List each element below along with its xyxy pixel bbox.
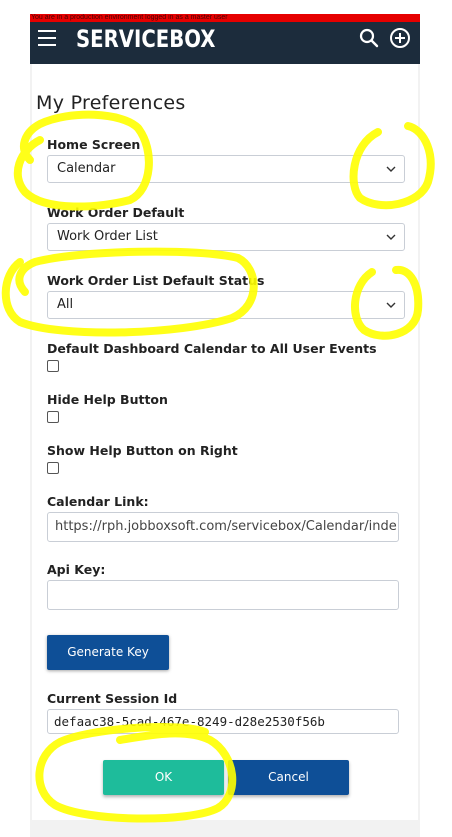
search-icon[interactable] bbox=[359, 28, 379, 48]
work-order-default-label: Work Order Default bbox=[47, 205, 185, 220]
home-screen-value: Calendar bbox=[57, 161, 116, 176]
work-order-list-default-status-select[interactable]: All bbox=[47, 291, 405, 319]
banner-text: You are in a production environment logg… bbox=[31, 14, 228, 21]
hamburger-menu-icon[interactable] bbox=[38, 30, 56, 46]
generate-key-button[interactable]: Generate Key bbox=[47, 635, 169, 670]
page-title: My Preferences bbox=[36, 92, 186, 114]
work-order-default-select[interactable]: Work Order List bbox=[47, 223, 405, 251]
chevron-down-icon bbox=[386, 234, 396, 240]
current-session-id-label: Current Session Id bbox=[47, 691, 178, 706]
show-help-button-right-checkbox[interactable] bbox=[47, 462, 59, 474]
home-screen-select[interactable]: Calendar bbox=[47, 155, 405, 183]
ok-button[interactable]: OK bbox=[103, 760, 224, 795]
hide-help-button-checkbox[interactable] bbox=[47, 411, 59, 423]
plus-circle-icon[interactable] bbox=[389, 27, 411, 49]
api-key-label: Api Key: bbox=[47, 562, 106, 577]
page: You are in a production environment logg… bbox=[0, 0, 452, 837]
work-order-list-default-status-value: All bbox=[57, 297, 74, 312]
show-help-button-right-label: Show Help Button on Right bbox=[47, 443, 238, 458]
cancel-button[interactable]: Cancel bbox=[228, 760, 349, 795]
calendar-link-field[interactable]: https://rph.jobboxsoft.com/servicebox/Ca… bbox=[47, 512, 399, 542]
api-key-field[interactable] bbox=[47, 580, 399, 610]
default-dashboard-calendar-label: Default Dashboard Calendar to All User E… bbox=[47, 341, 377, 356]
default-dashboard-calendar-checkbox[interactable] bbox=[47, 360, 59, 372]
chevron-down-icon bbox=[386, 302, 396, 308]
home-screen-label: Home Screen bbox=[47, 137, 141, 152]
brand-logo[interactable]: SERVICEBOX bbox=[76, 24, 215, 54]
calendar-link-label: Calendar Link: bbox=[47, 494, 149, 509]
current-session-id-field[interactable]: defaac38-5cad-467e-8249-d28e2530f56b bbox=[47, 709, 399, 734]
work-order-default-value: Work Order List bbox=[57, 229, 158, 244]
hide-help-button-label: Hide Help Button bbox=[47, 392, 168, 407]
top-navbar: SERVICEBOX bbox=[30, 22, 420, 64]
chevron-down-icon bbox=[386, 166, 396, 172]
work-order-list-default-status-label: Work Order List Default Status bbox=[47, 273, 265, 288]
production-environment-banner: You are in a production environment logg… bbox=[30, 14, 420, 22]
